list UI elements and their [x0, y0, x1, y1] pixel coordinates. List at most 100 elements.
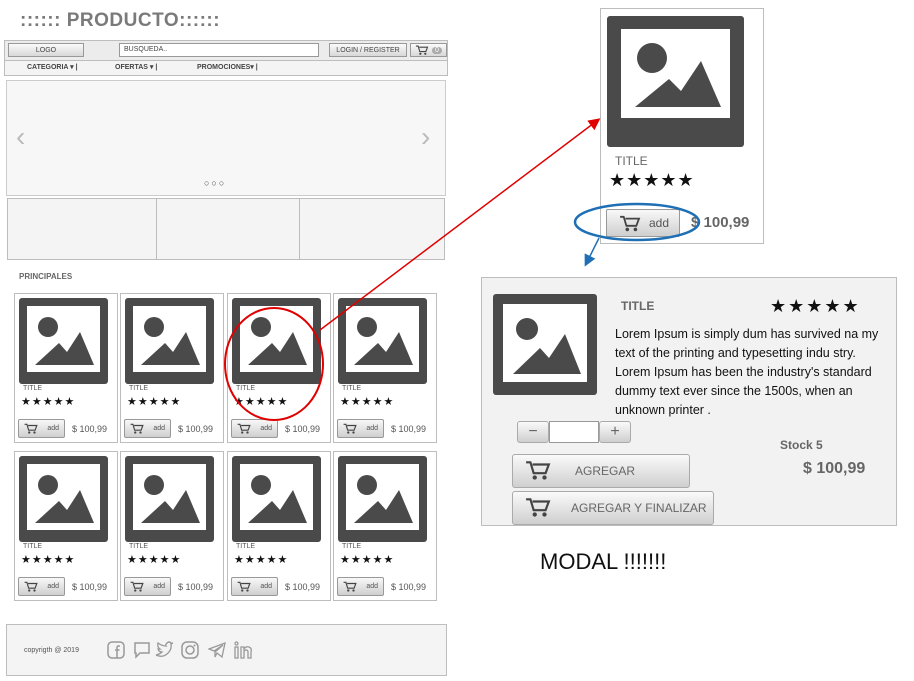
chat-icon[interactable]	[133, 641, 151, 659]
rating-stars: ★★★★★	[234, 554, 289, 566]
cart-icon	[130, 423, 144, 435]
modal-price: $ 100,99	[803, 460, 866, 477]
linkedin-icon[interactable]	[234, 641, 252, 659]
promo-block[interactable]	[299, 198, 445, 260]
modal-product-title: TITLE	[621, 299, 655, 313]
instagram-icon[interactable]	[181, 641, 199, 659]
add-to-cart-button[interactable]: add	[231, 419, 278, 438]
product-price: $ 100,99	[72, 582, 108, 592]
mountain-icon	[346, 464, 419, 530]
product-price: $ 100,99	[285, 424, 321, 434]
product-price: $ 100,99	[391, 424, 427, 434]
product-detail-card: TITLE ★★★★★ add $ 100,99	[600, 8, 764, 244]
product-price: $ 100,99	[391, 582, 427, 592]
stock-label: Stock 5	[780, 438, 823, 452]
agregar-label: AGREGAR	[575, 464, 636, 478]
nav-label: CATEGORIA	[27, 64, 69, 71]
product-title: TITLE	[23, 543, 43, 550]
telegram-icon[interactable]	[208, 641, 226, 659]
rating-stars: ★★★★★	[234, 396, 289, 408]
rating-stars: ★★★★★	[340, 396, 395, 408]
cart-icon	[415, 45, 429, 56]
product-price: $ 100,99	[178, 582, 214, 592]
add-label: add	[47, 583, 59, 590]
mountain-icon	[503, 304, 587, 382]
product-card[interactable]: TITLE ★★★★★ add $ 100,99	[120, 293, 224, 443]
product-title: TITLE	[129, 385, 149, 392]
cart-icon	[525, 497, 551, 519]
rating-stars: ★★★★★	[127, 554, 182, 566]
mountain-icon	[133, 464, 206, 530]
add-to-cart-button[interactable]: add	[606, 209, 680, 237]
product-card[interactable]: TITLE ★★★★★ add $ 100,99	[227, 451, 331, 601]
facebook-icon[interactable]	[107, 641, 125, 659]
decrement-button[interactable]: −	[517, 421, 549, 443]
product-card[interactable]: TITLE ★★★★★ add $ 100,99	[120, 451, 224, 601]
increment-button[interactable]: +	[599, 421, 631, 443]
cart-icon	[24, 581, 38, 593]
product-title: TITLE	[236, 385, 256, 392]
image-placeholder-icon	[19, 456, 108, 542]
promo-block[interactable]	[7, 198, 157, 260]
image-placeholder-icon	[493, 294, 597, 395]
twitter-icon[interactable]	[155, 641, 173, 659]
chevron-right-icon[interactable]: ›	[421, 121, 430, 153]
add-to-cart-button[interactable]: add	[337, 419, 384, 438]
chevron-left-icon[interactable]: ‹	[16, 121, 25, 153]
carousel-dots[interactable]: ○○○	[204, 178, 226, 188]
image-placeholder-icon	[232, 456, 321, 542]
nav-categoria[interactable]: CATEGORIA ▾ |	[27, 63, 78, 71]
modal-rating-stars: ★★★★★	[770, 296, 861, 316]
quantity-input[interactable]	[549, 421, 599, 443]
image-placeholder-icon	[125, 298, 214, 384]
add-to-cart-button[interactable]: add	[18, 577, 65, 596]
product-card[interactable]: TITLE ★★★★★ add $ 100,99	[14, 451, 118, 601]
page-title: :::::: PRODUCTO::::::	[20, 10, 221, 31]
cart-icon	[237, 423, 251, 435]
mountain-icon	[240, 464, 313, 530]
mountain-icon	[133, 306, 206, 372]
product-card[interactable]: TITLE ★★★★★ add $ 100,99	[227, 293, 331, 443]
add-to-cart-button[interactable]: add	[231, 577, 278, 596]
product-title: TITLE	[615, 154, 648, 168]
nav-ofertas[interactable]: OFERTAS ▾ |	[115, 63, 157, 71]
agregar-button[interactable]: AGREGAR	[512, 454, 690, 488]
add-label: add	[260, 583, 272, 590]
mountain-icon	[27, 464, 100, 530]
product-card[interactable]: TITLE ★★★★★ add $ 100,99	[333, 293, 437, 443]
add-to-cart-button[interactable]: add	[124, 419, 171, 438]
cart-icon	[619, 215, 641, 233]
product-title: TITLE	[236, 543, 256, 550]
add-label: add	[260, 425, 272, 432]
product-title: TITLE	[342, 385, 362, 392]
mountain-icon	[635, 43, 721, 107]
product-price: $ 100,99	[72, 424, 108, 434]
nav-label: OFERTAS	[115, 64, 148, 71]
copyright: copyrigth @ 2019	[24, 647, 79, 654]
product-title: TITLE	[23, 385, 43, 392]
product-modal: TITLE ★★★★★ Lorem Ipsum is simply dum ha…	[481, 277, 897, 526]
agregar-y-finalizar-button[interactable]: AGREGAR Y FINALIZAR	[512, 491, 714, 525]
add-label: add	[153, 583, 165, 590]
product-price: $ 100,99	[285, 582, 321, 592]
add-to-cart-button[interactable]: add	[18, 419, 65, 438]
product-description: Lorem Ipsum is simply dum has survived n…	[615, 327, 879, 417]
image-placeholder-icon	[338, 456, 427, 542]
product-card[interactable]: TITLE ★★★★★ add $ 100,99	[14, 293, 118, 443]
rating-stars: ★★★★★	[127, 396, 182, 408]
logo[interactable]: LOGO	[8, 43, 84, 57]
mountain-icon	[240, 306, 313, 372]
cart-icon	[525, 460, 551, 482]
mountain-icon	[27, 306, 100, 372]
product-card[interactable]: TITLE ★★★★★ add $ 100,99	[333, 451, 437, 601]
add-label: add	[648, 216, 669, 230]
nav-promociones[interactable]: PROMOCIONES▾ |	[197, 63, 258, 71]
add-to-cart-button[interactable]: add	[124, 577, 171, 596]
promo-block[interactable]	[156, 198, 300, 260]
cart-button[interactable]: 0	[410, 43, 447, 57]
modal-annotation-label: MODAL !!!!!!!	[540, 549, 667, 574]
image-placeholder-icon	[338, 298, 427, 384]
login-register-button[interactable]: LOGIN / REGISTER	[329, 43, 407, 57]
add-to-cart-button[interactable]: add	[337, 577, 384, 596]
search-input[interactable]: BUSQUEDA..	[119, 43, 319, 57]
